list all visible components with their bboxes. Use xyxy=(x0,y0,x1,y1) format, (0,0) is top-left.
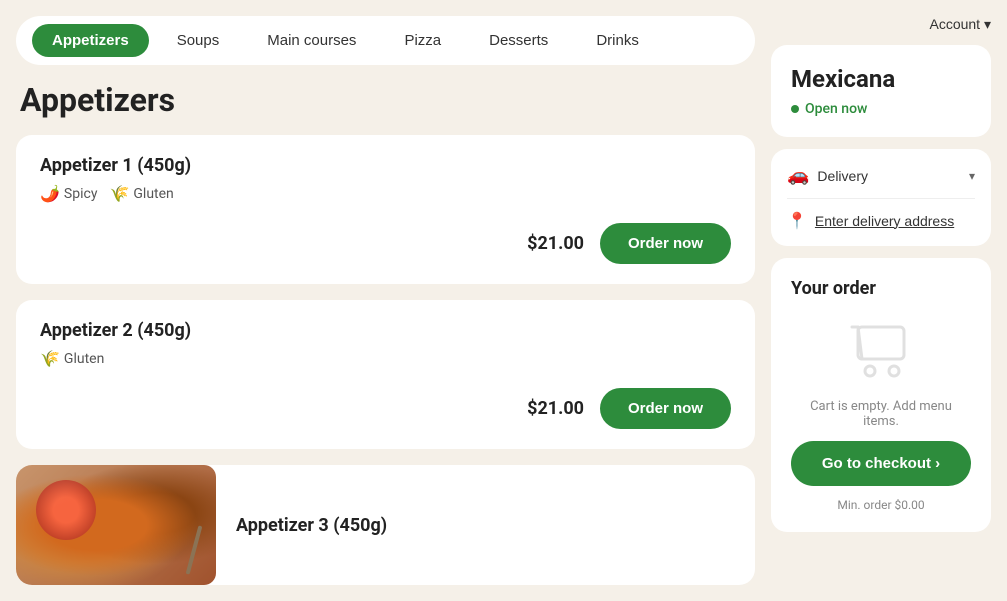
order-card-title: Your order xyxy=(791,278,876,299)
divider xyxy=(787,198,975,199)
gluten-icon: 🌾 xyxy=(109,184,129,203)
tab-drinks[interactable]: Drinks xyxy=(576,24,659,57)
menu-item-name: Appetizer 1 (450g) xyxy=(40,155,731,176)
item-price: $21.00 xyxy=(527,398,584,419)
open-status-text: Open now xyxy=(805,101,867,117)
tag-gluten: 🌾 Gluten xyxy=(40,349,104,368)
menu-item-image xyxy=(16,465,216,585)
menu-card-appetizer-2: Appetizer 2 (450g) 🌾 Gluten $21.00 Order… xyxy=(16,300,755,449)
tag-gluten: 🌾 Gluten xyxy=(109,184,173,203)
cart-icon-wrapper xyxy=(846,311,916,387)
item-price: $21.00 xyxy=(527,233,584,254)
gluten-icon: 🌾 xyxy=(40,349,60,368)
tab-soups[interactable]: Soups xyxy=(157,24,240,57)
delivery-address-button[interactable]: Enter delivery address xyxy=(815,213,954,229)
tab-appetizers[interactable]: Appetizers xyxy=(32,24,149,57)
order-now-button-2[interactable]: Order now xyxy=(600,388,731,429)
right-column: Account ▾ Mexicana Open now 🚗 Delivery P… xyxy=(771,16,991,585)
menu-card-appetizer-1: Appetizer 1 (450g) 🌶️ Spicy 🌾 Gluten $21… xyxy=(16,135,755,284)
order-now-button-1[interactable]: Order now xyxy=(600,223,731,264)
tag-label: Gluten xyxy=(133,186,173,202)
delivery-row-inner: Delivery Pickup ▾ xyxy=(817,168,975,184)
right-header: Account ▾ xyxy=(771,16,991,33)
spicy-icon: 🌶️ xyxy=(40,184,60,203)
menu-card-appetizer-3: Appetizer 3 (450g) xyxy=(16,465,755,585)
account-button[interactable]: Account ▾ xyxy=(929,16,991,33)
order-card: Your order Cart is empty. Add menu items… xyxy=(771,258,991,532)
pin-icon: 📍 xyxy=(787,211,807,230)
tag-label: Gluten xyxy=(64,351,104,367)
cart-empty-text: Cart is empty. Add menu items. xyxy=(791,399,971,429)
menu-card-footer: $21.00 Order now xyxy=(40,215,731,264)
delivery-type-row: 🚗 Delivery Pickup ▾ xyxy=(787,165,975,186)
tags: 🌶️ Spicy 🌾 Gluten xyxy=(40,184,731,203)
tab-desserts[interactable]: Desserts xyxy=(469,24,568,57)
menu-item-name: Appetizer 3 (450g) xyxy=(236,515,739,536)
open-status: Open now xyxy=(791,101,971,117)
tag-spicy: 🌶️ Spicy xyxy=(40,184,97,203)
menu-card-body: Appetizer 2 (450g) 🌾 Gluten xyxy=(40,320,731,368)
tags: 🌾 Gluten xyxy=(40,349,731,368)
delivery-card: 🚗 Delivery Pickup ▾ 📍 Enter delivery add… xyxy=(771,149,991,246)
category-nav: Appetizers Soups Main courses Pizza Dess… xyxy=(16,16,755,65)
restaurant-name: Mexicana xyxy=(791,65,971,93)
tab-pizza[interactable]: Pizza xyxy=(384,24,461,57)
restaurant-card: Mexicana Open now xyxy=(771,45,991,137)
menu-card-footer: $21.00 Order now xyxy=(40,380,731,429)
menu-card-body: Appetizer 3 (450g) xyxy=(236,499,755,552)
address-row: 📍 Enter delivery address xyxy=(787,211,975,230)
tag-label: Spicy xyxy=(64,186,98,202)
left-column: Appetizers Soups Main courses Pizza Dess… xyxy=(16,16,755,585)
delivery-type-select[interactable]: Delivery Pickup xyxy=(817,168,961,184)
chevron-down-icon: ▾ xyxy=(969,169,975,183)
menu-card-body: Appetizer 1 (450g) 🌶️ Spicy 🌾 Gluten xyxy=(40,155,731,203)
checkout-button[interactable]: Go to checkout › xyxy=(791,441,971,486)
min-order-text: Min. order $0.00 xyxy=(837,498,924,512)
open-status-dot xyxy=(791,105,799,113)
car-icon: 🚗 xyxy=(787,165,809,186)
tab-main-courses[interactable]: Main courses xyxy=(247,24,376,57)
cart-icon xyxy=(846,319,916,379)
menu-item-name: Appetizer 2 (450g) xyxy=(40,320,731,341)
section-title: Appetizers xyxy=(16,81,755,119)
